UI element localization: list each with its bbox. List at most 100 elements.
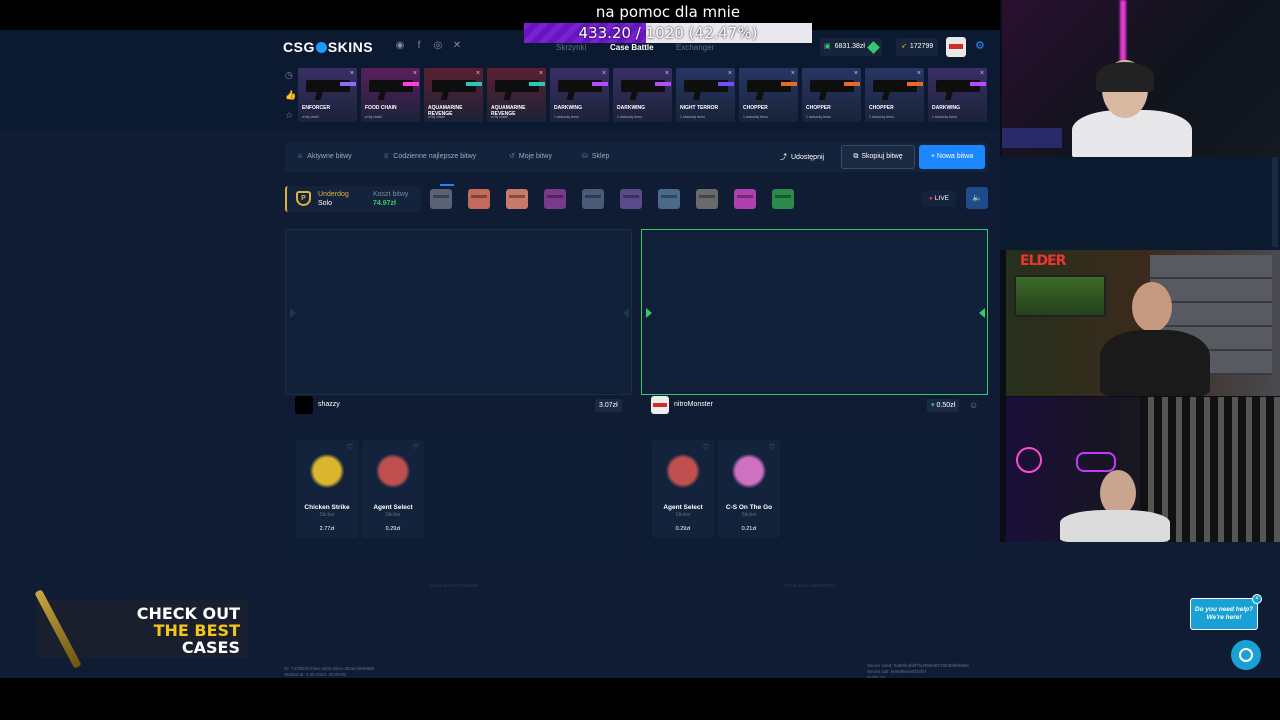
elder-sign: ELDER	[1020, 253, 1066, 269]
thumbs-up-icon[interactable]: 👍	[285, 90, 297, 110]
close-icon[interactable]: ×	[350, 70, 354, 77]
heart-icon[interactable]: ♡	[413, 443, 419, 451]
item-type: Sticker	[741, 512, 757, 518]
drop-time: 1 sekundę temu	[680, 115, 705, 119]
case-icon[interactable]	[620, 189, 642, 209]
sound-toggle-icon[interactable]: 🔈	[966, 187, 988, 209]
item-name: Agent Select	[663, 504, 703, 511]
drop-time: w tej chwili	[302, 115, 319, 119]
tab-label: Codzienne najlepsze bitwy	[393, 153, 477, 160]
case-icon[interactable]	[696, 189, 718, 209]
coins-balance[interactable]: ➶ 172799	[896, 38, 939, 56]
instagram-icon[interactable]: ◎	[432, 40, 444, 52]
won-item-card[interactable]: ♡ C-S On The Go Sticker 0.21zł	[718, 440, 780, 538]
close-icon[interactable]: ×	[917, 70, 921, 77]
heart-icon[interactable]: ♡	[703, 443, 709, 451]
case-icon[interactable]	[544, 189, 566, 209]
case-icon[interactable]	[430, 189, 452, 209]
drop-name: CHOPPER	[806, 105, 831, 111]
settings-gear-icon[interactable]: ⚙	[975, 39, 985, 52]
weapon-icon	[432, 80, 482, 92]
won-item-card[interactable]: ♡ Chicken Strike Sticker 2.77zł	[296, 440, 358, 538]
player-avatar[interactable]	[295, 396, 313, 414]
close-icon[interactable]: ×	[791, 70, 795, 77]
donation-goal-title: na pomoc dla mnie	[595, 3, 741, 21]
live-drop-item[interactable]: × AQUAMARINE REVENGE w tej chwili	[424, 68, 483, 122]
player-name[interactable]: nitroMonster	[674, 401, 713, 408]
nav-case-battle[interactable]: Case Battle	[610, 43, 654, 52]
site-logo[interactable]: CSG SKINS	[283, 39, 373, 55]
sticker-icon	[666, 454, 700, 488]
drop-name: DARKWING	[932, 105, 961, 111]
tab-shop[interactable]: ⛁ Sklep	[582, 152, 609, 160]
live-drop-item[interactable]: × ENFORCER w tej chwili	[298, 68, 357, 122]
user-avatar[interactable]	[946, 37, 966, 57]
live-drop-item[interactable]: × CHOPPER 1 sekundę temu	[802, 68, 861, 122]
deposit-gem-icon[interactable]	[867, 40, 880, 54]
page-scrollbar[interactable]	[1272, 157, 1278, 247]
headset	[1096, 62, 1154, 92]
star-icon[interactable]: ☆	[285, 110, 297, 130]
close-icon[interactable]: ×	[602, 70, 606, 77]
close-icon[interactable]: ×	[854, 70, 858, 77]
player-avatar[interactable]	[651, 396, 669, 414]
close-icon[interactable]: ×	[413, 70, 417, 77]
close-icon[interactable]: ×	[539, 70, 543, 77]
logo-left-text: CSG	[283, 39, 315, 55]
live-badge: ● LIVE	[922, 191, 956, 207]
tab-daily-best[interactable]: ♕ Codzienne najlepsze bitwy	[383, 152, 476, 160]
item-price: 2.77zł	[319, 526, 335, 532]
drop-name: FOOD CHAIN	[365, 105, 397, 111]
player-name[interactable]: shazzy	[318, 401, 340, 408]
live-drop-item[interactable]: × CHOPPER 1 sekundę temu	[865, 68, 924, 122]
live-drop-item[interactable]: × CHOPPER 1 sekundę temu	[739, 68, 798, 122]
wallet-balance[interactable]: ▣ 6831.38zł	[820, 38, 882, 56]
drop-name: DARKWING	[617, 105, 646, 111]
nav-skrzynki[interactable]: Skrzynki	[556, 43, 586, 52]
won-item-card[interactable]: ♡ Agent Select Sticker 0.29zł	[652, 440, 714, 538]
case-icon[interactable]	[582, 189, 604, 209]
heart-icon[interactable]: ♡	[769, 443, 775, 451]
close-icon[interactable]: ×	[476, 70, 480, 77]
discord-icon[interactable]: ◉	[394, 40, 406, 52]
case-icon[interactable]	[772, 189, 794, 209]
nav-exchanger[interactable]: Exchanger	[676, 43, 714, 52]
help-bubble[interactable]: Do you need help? We're here!	[1190, 598, 1258, 630]
share-button[interactable]: ⤴ Udostępnij	[780, 152, 824, 162]
player-1-header: shazzy 3.07zł	[285, 394, 627, 416]
live-drop-item[interactable]: × AQUAMARINE REVENGE w tej chwili	[487, 68, 546, 122]
x-icon[interactable]: ✕	[451, 40, 463, 52]
heart-icon[interactable]: ♡	[347, 443, 353, 451]
case-icon[interactable]	[468, 189, 490, 209]
live-drop-item[interactable]: × DARKWING 1 sekundę temu	[550, 68, 609, 122]
weapon-icon	[936, 80, 986, 92]
live-drops-strip: × ENFORCER w tej chwili × FOOD CHAIN w tej ch…	[298, 68, 1000, 122]
case-icon[interactable]	[658, 189, 680, 209]
promo-banner[interactable]: CHECK OUT THE BEST CASES	[34, 589, 248, 669]
tab-active-battles[interactable]: ⚔ Aktywne bitwy	[297, 152, 352, 160]
item-name: Chicken Strike	[304, 504, 350, 511]
drop-time: w tej chwili	[491, 115, 508, 119]
help-close-icon[interactable]: ×	[1252, 594, 1262, 604]
case-icon[interactable]	[734, 189, 756, 209]
live-drop-item[interactable]: × NIGHT TERROR 1 sekundę temu	[676, 68, 735, 122]
case-icon[interactable]	[506, 189, 528, 209]
chat-icon[interactable]	[1231, 640, 1261, 670]
new-battle-button[interactable]: + Nowa bitwa	[919, 145, 985, 169]
live-drop-item[interactable]: × DARKWING 1 sekundę temu	[928, 68, 987, 122]
emoji-icon[interactable]: ☺	[969, 400, 978, 410]
copy-battle-button[interactable]: ⧉ Skopiuj bitwę	[841, 145, 915, 169]
close-icon[interactable]: ×	[665, 70, 669, 77]
facebook-icon[interactable]: f	[413, 40, 425, 52]
clock-icon[interactable]: ◷	[285, 70, 297, 90]
balance-value: 6831.38zł	[834, 43, 865, 50]
live-drop-item[interactable]: × DARKWING 1 sekundę temu	[613, 68, 672, 122]
down-arrow-icon: ▾	[931, 402, 935, 409]
share-label: Udostępnij	[791, 154, 825, 161]
client-seed: Client seed: 0aab3fbff75b	[785, 583, 837, 588]
close-icon[interactable]: ×	[980, 70, 984, 77]
close-icon[interactable]: ×	[728, 70, 732, 77]
won-item-card[interactable]: ♡ Agent Select Sticker 0.29zł	[362, 440, 424, 538]
tab-my-battles[interactable]: ↺ Moje bitwy	[509, 152, 552, 160]
live-drop-item[interactable]: × FOOD CHAIN w tej chwili	[361, 68, 420, 122]
